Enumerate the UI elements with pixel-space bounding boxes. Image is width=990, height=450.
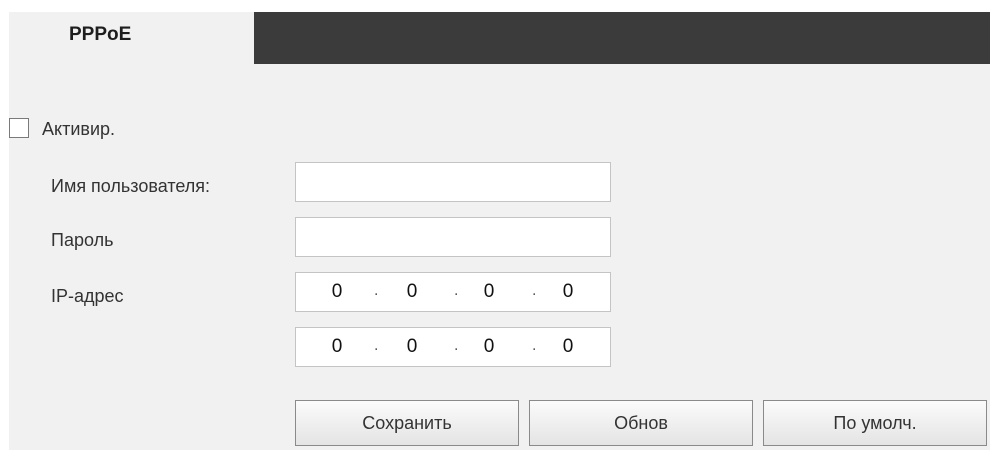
enable-label: Активир.: [42, 119, 116, 139]
ip-octet-2[interactable]: 0: [400, 336, 424, 358]
ip-dot: .: [374, 282, 379, 299]
tab-pppoe[interactable]: PPPoE: [9, 12, 254, 64]
ip-address-input-2[interactable]: 0 . 0 . 0 . 0: [295, 327, 611, 367]
ip-octet-2[interactable]: 0: [400, 281, 424, 303]
pppoe-settings-panel: PPPoE Активир. Имя пользователя: Пароль …: [9, 12, 990, 450]
password-input[interactable]: [295, 217, 611, 257]
ip-dot: .: [532, 282, 537, 299]
tab-bar: PPPoE: [9, 12, 990, 64]
ip-address-input[interactable]: 0 . 0 . 0 . 0: [295, 272, 611, 312]
ip-octet-3[interactable]: 0: [477, 281, 501, 303]
password-label: Пароль: [51, 230, 114, 250]
ip-octet-4[interactable]: 0: [556, 281, 580, 303]
ip-dot: .: [454, 282, 459, 299]
ip-octet-4[interactable]: 0: [556, 336, 580, 358]
ip-octet-3[interactable]: 0: [477, 336, 501, 358]
username-input[interactable]: [295, 162, 611, 202]
default-button[interactable]: По умолч.: [763, 400, 987, 446]
ip-octet-1[interactable]: 0: [325, 281, 349, 303]
ip-dot: .: [454, 337, 459, 354]
ip-dot: .: [532, 337, 537, 354]
save-button[interactable]: Сохранить: [295, 400, 519, 446]
username-label: Имя пользователя:: [51, 176, 211, 196]
enable-checkbox[interactable]: [9, 118, 29, 138]
ip-dot: .: [374, 337, 379, 354]
ip-address-label: IP-адрес: [51, 286, 124, 306]
ip-octet-1[interactable]: 0: [325, 336, 349, 358]
refresh-button[interactable]: Обнов: [529, 400, 753, 446]
